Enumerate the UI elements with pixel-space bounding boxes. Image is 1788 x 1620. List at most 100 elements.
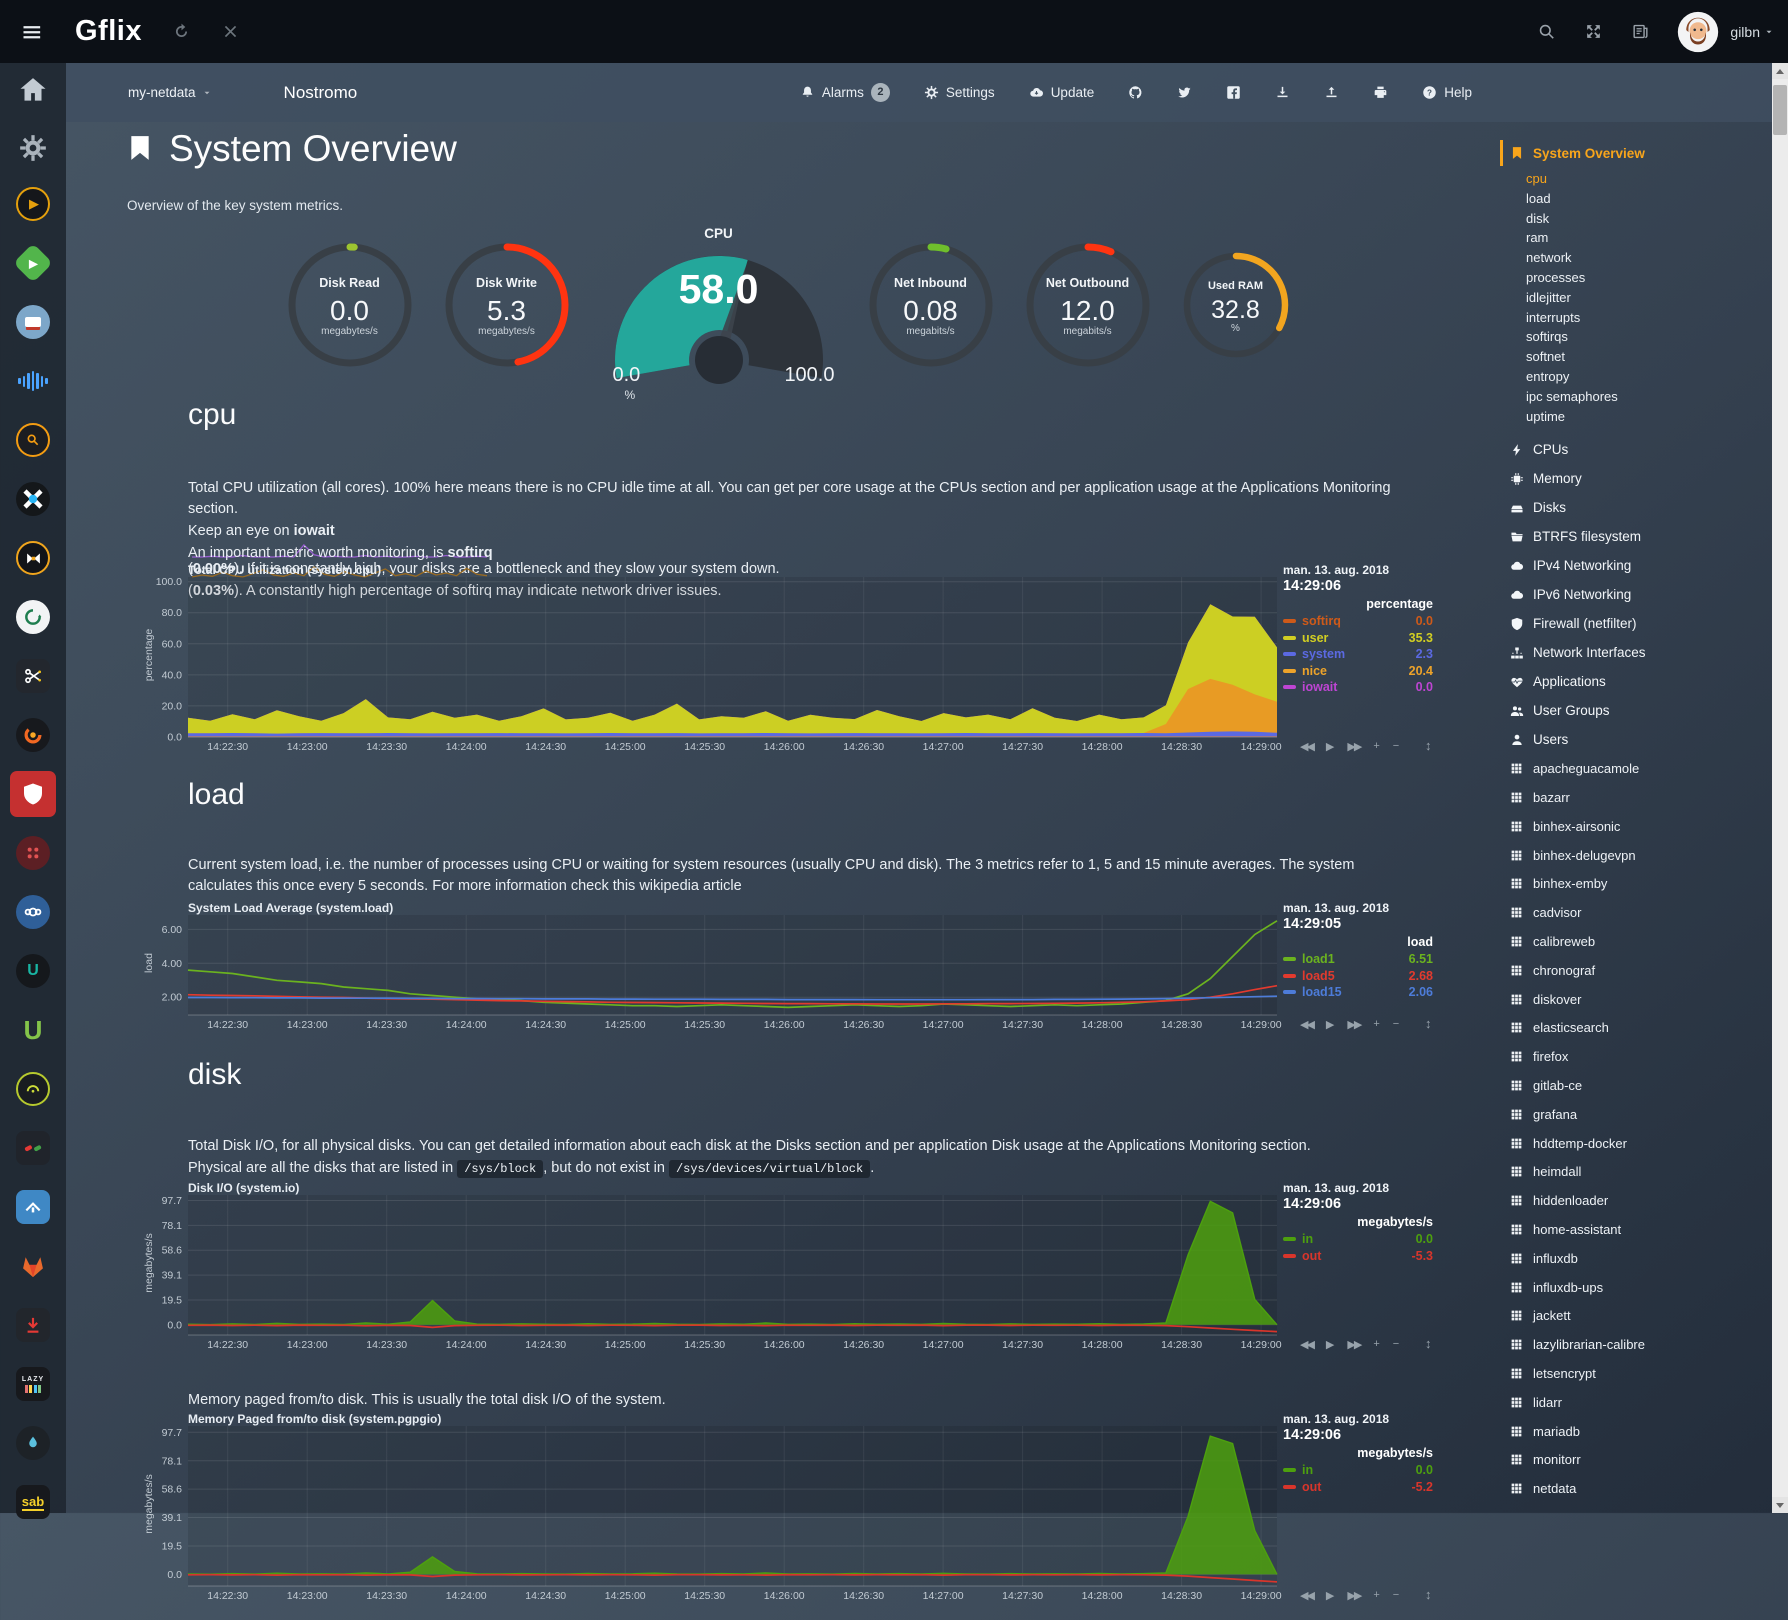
legend-row-system[interactable]: system2.3 [1283,646,1433,663]
legend-row-in[interactable]: in0.0 [1283,1231,1433,1248]
menu-item-grafana[interactable]: grafana [1510,1100,1760,1129]
menu-item-binhex-delugevpn[interactable]: binhex-delugevpn [1510,841,1760,870]
pan-right-button[interactable]: ▶▶ [1347,740,1360,753]
chart-plot-pgpgio[interactable]: 0.019.539.158.678.197.714:22:3014:23:001… [138,1412,1284,1606]
menu-item-jackett[interactable]: jackett [1510,1302,1760,1331]
news-icon[interactable] [1631,22,1650,41]
grafana-icon[interactable] [0,711,66,759]
pan-left-button[interactable]: ◀◀ [1300,1589,1313,1602]
menu-item-uptime[interactable]: uptime [1510,407,1760,427]
menu-item-ipc-semaphores[interactable]: ipc semaphores [1510,387,1760,407]
menu-item-user-groups[interactable]: User Groups [1510,696,1760,725]
scrollbar[interactable] [1772,63,1788,1513]
menu-item-hiddenloader[interactable]: hiddenloader [1510,1186,1760,1215]
chart-plot-load[interactable]: 2.004.006.0014:22:3014:23:0014:23:3014:2… [138,901,1284,1035]
airsonic-icon[interactable] [0,357,66,405]
fullscreen-expand-icon[interactable] [1584,22,1603,41]
deluge-swirl-icon[interactable] [0,593,66,641]
mariadb-dots-icon[interactable] [0,829,66,877]
zoom-in-button[interactable]: + [1373,740,1379,753]
close-tab-icon[interactable] [221,22,240,41]
menu-item-cpu[interactable]: cpu [1510,169,1760,189]
help-button[interactable]: ?Help [1422,85,1472,100]
legend-row-load15[interactable]: load152.06 [1283,984,1433,1001]
scroll-up-arrow[interactable] [1772,63,1788,79]
gauge-cpu[interactable]: CPU58.00.0100.0% [599,226,839,394]
play-button[interactable]: ▶ [1326,1018,1334,1031]
menu-item-btrfs-filesystem[interactable]: BTRFS filesystem [1510,522,1760,551]
twitter-link[interactable] [1177,85,1192,100]
bazarr-icon[interactable] [0,298,66,346]
hamburger-menu-icon[interactable] [18,22,44,42]
menu-item-applications[interactable]: Applications [1510,667,1760,696]
play-button[interactable]: ▶ [1326,1338,1334,1351]
menu-item-disk[interactable]: disk [1510,209,1760,229]
menu-item-network-interfaces[interactable]: Network Interfaces [1510,638,1760,667]
download-arrow-app-icon[interactable] [0,1301,66,1349]
pan-right-button[interactable]: ▶▶ [1347,1338,1360,1351]
menu-item-system-overview[interactable]: System Overview [1500,140,1760,166]
menu-item-network[interactable]: network [1510,248,1760,268]
menu-item-monitorr[interactable]: monitorr [1510,1445,1760,1474]
pan-left-button[interactable]: ◀◀ [1300,740,1313,753]
menu-item-firewall-netfilter-[interactable]: Firewall (netfilter) [1510,609,1760,638]
legend-row-out[interactable]: out-5.2 [1283,1479,1433,1496]
legend-row-nice[interactable]: nice20.4 [1283,663,1433,680]
menu-item-calibreweb[interactable]: calibreweb [1510,927,1760,956]
heimdall-icon[interactable] [0,1183,66,1231]
print-button[interactable] [1373,85,1388,100]
import-snapshot-button[interactable] [1324,85,1339,100]
user-avatar[interactable] [1676,10,1720,54]
librespeed-gauge-icon[interactable] [0,1065,66,1113]
menu-item-disks[interactable]: Disks [1510,493,1760,522]
menu-item-load[interactable]: load [1510,189,1760,209]
search-icon[interactable] [1537,22,1556,41]
pan-right-button[interactable]: ▶▶ [1347,1589,1360,1602]
menu-item-softirqs[interactable]: softirqs [1510,327,1760,347]
menu-item-bazarr[interactable]: bazarr [1510,783,1760,812]
menu-item-netdata[interactable]: netdata [1510,1474,1760,1503]
username-menu[interactable]: gilbn [1730,24,1774,40]
refresh-icon[interactable] [172,22,191,41]
legend-row-load1[interactable]: load16.51 [1283,951,1433,968]
chart-resize-handle[interactable]: ↕ [1425,1016,1432,1031]
gauge-used-ram[interactable]: Used RAM32.8% [1180,249,1292,361]
legend-row-in[interactable]: in0.0 [1283,1462,1433,1479]
legend-row-softirq[interactable]: softirq0.0 [1283,613,1433,630]
menu-item-mariadb[interactable]: mariadb [1510,1417,1760,1446]
nextcloud-icon[interactable] [0,888,66,936]
scroll-down-arrow[interactable] [1772,1497,1788,1513]
lazylibrarian-icon[interactable]: LAZY [0,1360,66,1408]
zoom-in-button[interactable]: + [1373,1589,1379,1602]
chart-resize-handle[interactable]: ↕ [1425,1336,1432,1351]
gauge-net-inbound[interactable]: Net Inbound0.08megabits/s [866,240,996,370]
active-shield-app-icon[interactable] [0,770,66,818]
gauge-net-outbound[interactable]: Net Outbound12.0megabits/s [1023,240,1153,370]
legend-row-iowait[interactable]: iowait0.0 [1283,679,1433,696]
alarms-button[interactable]: Alarms2 [800,83,890,102]
menu-item-binhex-emby[interactable]: binhex-emby [1510,870,1760,899]
emby-icon[interactable]: ▶ [0,239,66,287]
zoom-out-button[interactable]: − [1393,1338,1399,1351]
influxdb-drop-icon[interactable] [0,1419,66,1467]
settings-button[interactable]: Settings [924,85,995,100]
organizr-bowtie-icon[interactable] [0,534,66,582]
zoom-out-button[interactable]: − [1393,1589,1399,1602]
gitlab-fox-icon[interactable] [0,1242,66,1290]
menu-item-ipv4-networking[interactable]: IPv4 Networking [1510,551,1760,580]
pan-right-button[interactable]: ▶▶ [1347,1018,1360,1031]
legend-row-load5[interactable]: load52.68 [1283,968,1433,985]
unifi-u-icon[interactable]: U [0,1006,66,1054]
menu-item-softnet[interactable]: softnet [1510,347,1760,367]
menu-item-influxdb[interactable]: influxdb [1510,1244,1760,1273]
gauge-disk-read[interactable]: Disk Read0.0megabytes/s [285,240,415,370]
scrollbar-thumb[interactable] [1773,85,1787,135]
menu-item-interrupts[interactable]: interrupts [1510,308,1760,328]
zoom-out-button[interactable]: − [1393,740,1399,753]
menu-item-home-assistant[interactable]: home-assistant [1510,1215,1760,1244]
zoom-in-button[interactable]: + [1373,1018,1379,1031]
menu-item-lazylibrarian-calibre[interactable]: lazylibrarian-calibre [1510,1330,1760,1359]
settings-gear-icon[interactable] [0,124,66,172]
menu-item-users[interactable]: Users [1510,725,1760,754]
zoom-out-button[interactable]: − [1393,1018,1399,1031]
